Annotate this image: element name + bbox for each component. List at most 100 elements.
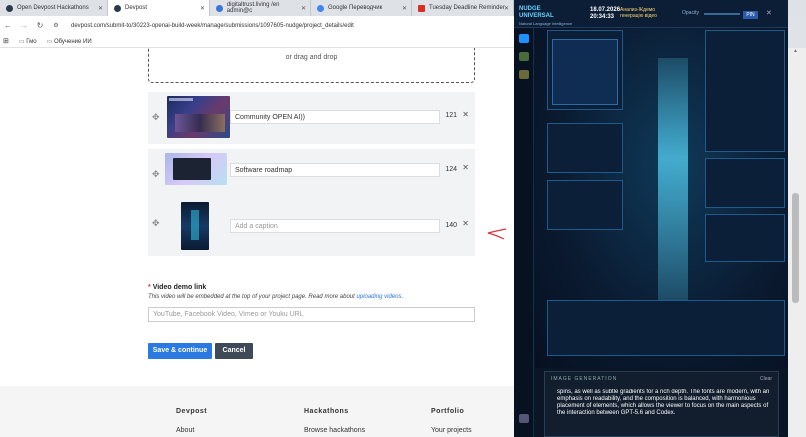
footer-column-hackathons: Hackathons Browse hackathons: [304, 408, 365, 434]
folder-icon: ▭: [18, 38, 25, 45]
footer-column-portfolio: Portfolio Your projects: [431, 408, 472, 434]
image-icon[interactable]: [519, 52, 529, 61]
caption-char-count: 124: [445, 166, 457, 173]
tab-gmail[interactable]: Tuesday Deadline Reminder ✕: [412, 0, 514, 16]
execution-preview-panel: [705, 214, 785, 262]
generated-description: spins, as well as subtle gradients for a…: [557, 389, 770, 416]
nlp-panel: [547, 123, 623, 173]
system-overview-panel: [547, 300, 785, 356]
pin-button[interactable]: PIN: [743, 11, 758, 19]
tab-label: digitaltrust.living /en admin@c: [226, 2, 280, 14]
close-icon[interactable]: ✕: [504, 5, 509, 12]
brand-name-2: UNIVERSAL: [519, 13, 554, 19]
reload-icon[interactable]: ↻: [35, 21, 45, 30]
scrollbar-thumb[interactable]: [792, 193, 799, 303]
remove-icon[interactable]: ✕: [462, 110, 469, 119]
gmail-favicon-icon: [418, 4, 425, 12]
overlay-sidebar: [514, 28, 534, 437]
help-text-end: .: [401, 294, 404, 300]
clock: 18.07.2026 20:34:33: [590, 7, 620, 21]
opacity-label: Opacity: [682, 10, 699, 16]
tab-label: Tuesday Deadline Reminder: [429, 5, 505, 11]
tab-devpost[interactable]: Devpost ✕: [108, 0, 210, 16]
bookmarks-grid-icon[interactable]: ⊞: [3, 37, 9, 45]
section-heading: * Video demo link: [148, 284, 475, 291]
gallery-item: ✥ Community OPEN AI)) 121 ✕: [148, 92, 475, 144]
clear-button[interactable]: Clear: [760, 376, 772, 382]
footer-link-projects[interactable]: Your projects: [431, 427, 472, 434]
page-scrollbar[interactable]: ▲: [788, 48, 806, 437]
code-analysis-panel: [705, 158, 785, 208]
video-url-input[interactable]: YouTube, Facebook Video, Vimeo or Youku …: [148, 307, 475, 322]
image-upload-dropzone[interactable]: or drag and drop: [148, 48, 475, 83]
drag-handle-icon[interactable]: ✥: [152, 169, 160, 180]
image-generation-panel: IMAGE GENERATION Clear spins, as well as…: [544, 371, 779, 437]
rocket-icon[interactable]: [519, 34, 529, 43]
close-icon[interactable]: ✕: [301, 5, 306, 12]
code-generation-panel: [705, 30, 785, 152]
footer-link-browse[interactable]: Browse hackathons: [304, 427, 365, 434]
drag-handle-icon[interactable]: ✥: [152, 218, 160, 229]
generated-text-box: [552, 39, 618, 105]
date-text: 18.07.2026: [590, 7, 621, 13]
forward-icon[interactable]: →: [19, 21, 29, 30]
remove-icon[interactable]: ✕: [462, 163, 469, 172]
close-icon[interactable]: ✕: [402, 5, 407, 12]
footer-heading: Portfolio: [431, 408, 465, 415]
uploading-videos-link[interactable]: uploading videos: [356, 294, 401, 300]
dashboard-artwork: [535, 28, 788, 368]
caption-input[interactable]: Community OPEN AI)): [230, 110, 440, 124]
caption-char-count: 140: [445, 222, 457, 229]
caption-input[interactable]: Software roadmap: [230, 163, 440, 177]
remove-icon[interactable]: ✕: [462, 219, 469, 228]
tab-label: Google Переводчик: [328, 5, 383, 11]
cancel-button[interactable]: Cancel: [215, 343, 253, 359]
gallery-item: ✥ Software roadmap 124 ✕: [148, 149, 475, 201]
footer-link-about[interactable]: About: [176, 427, 207, 434]
tab-label: Open Devpost Hackathons: [17, 5, 89, 11]
url-field[interactable]: devpost.com/submit-to/30223-openai-build…: [71, 23, 354, 29]
gallery-thumbnail[interactable]: [167, 96, 230, 138]
devpost-favicon-icon: [114, 4, 121, 12]
close-icon[interactable]: ✕: [98, 5, 103, 12]
status-text: Анализ-Ждемо генерацію відео: [620, 7, 657, 19]
generated-text-panel: [547, 30, 623, 110]
settings-gear-icon[interactable]: [519, 414, 529, 423]
close-icon[interactable]: ✕: [766, 9, 772, 17]
core-column: [658, 58, 688, 308]
video-demo-section: * Video demo link This video will be emb…: [148, 284, 475, 300]
status-line-2: генерацію відео: [620, 13, 657, 19]
gallery-thumbnail[interactable]: [181, 202, 209, 250]
tab-open-devpost[interactable]: Open Devpost Hackathons ✕: [0, 0, 108, 16]
bookmark-obuchenie[interactable]: ▭ Обучение ИИ: [47, 38, 92, 45]
address-bar: ← → ↻ ⚙ devpost.com/submit-to/30223-open…: [0, 16, 514, 35]
drag-handle-icon[interactable]: ✥: [152, 112, 160, 123]
site-info-icon[interactable]: ⚙: [51, 22, 61, 29]
page-footer: Devpost About Hackathons Browse hackatho…: [0, 386, 514, 437]
model-status-panel: [547, 180, 623, 230]
back-icon[interactable]: ←: [3, 21, 13, 30]
footer-heading: Devpost: [176, 408, 208, 415]
notes-icon[interactable]: [519, 70, 529, 79]
caption-input[interactable]: Add a caption: [230, 219, 440, 233]
save-continue-button[interactable]: Save & continue: [148, 343, 212, 359]
devpost-favicon-icon: [6, 4, 13, 12]
red-arrow-annotation: [487, 228, 507, 240]
caption-char-count: 121: [445, 112, 457, 119]
brand-logo: NUDGE UNIVERSAL Natural Language Intelli…: [519, 6, 572, 28]
gallery-thumbnail[interactable]: [165, 153, 227, 185]
tab-digitaltrust[interactable]: digitaltrust.living /en admin@c ✕: [210, 0, 311, 16]
scroll-up-icon[interactable]: ▲: [793, 48, 798, 54]
panel-title: IMAGE GENERATION: [551, 376, 618, 382]
bookmark-label: Гмо: [26, 38, 37, 45]
globe-favicon-icon: [216, 4, 223, 12]
close-icon[interactable]: ✕: [200, 5, 205, 12]
central-core-graphic: [636, 58, 710, 308]
tab-google-translate[interactable]: Google Переводчик ✕: [311, 0, 412, 16]
bookmark-gmo[interactable]: ▭ Гмо: [19, 38, 37, 45]
help-text: This video will be embedded at the top o…: [148, 294, 475, 300]
opacity-slider[interactable]: [704, 13, 740, 15]
folder-icon: ▭: [46, 38, 53, 45]
overlay-header: NUDGE UNIVERSAL Natural Language Intelli…: [514, 0, 788, 28]
thumbnail-core-region: [191, 210, 199, 240]
